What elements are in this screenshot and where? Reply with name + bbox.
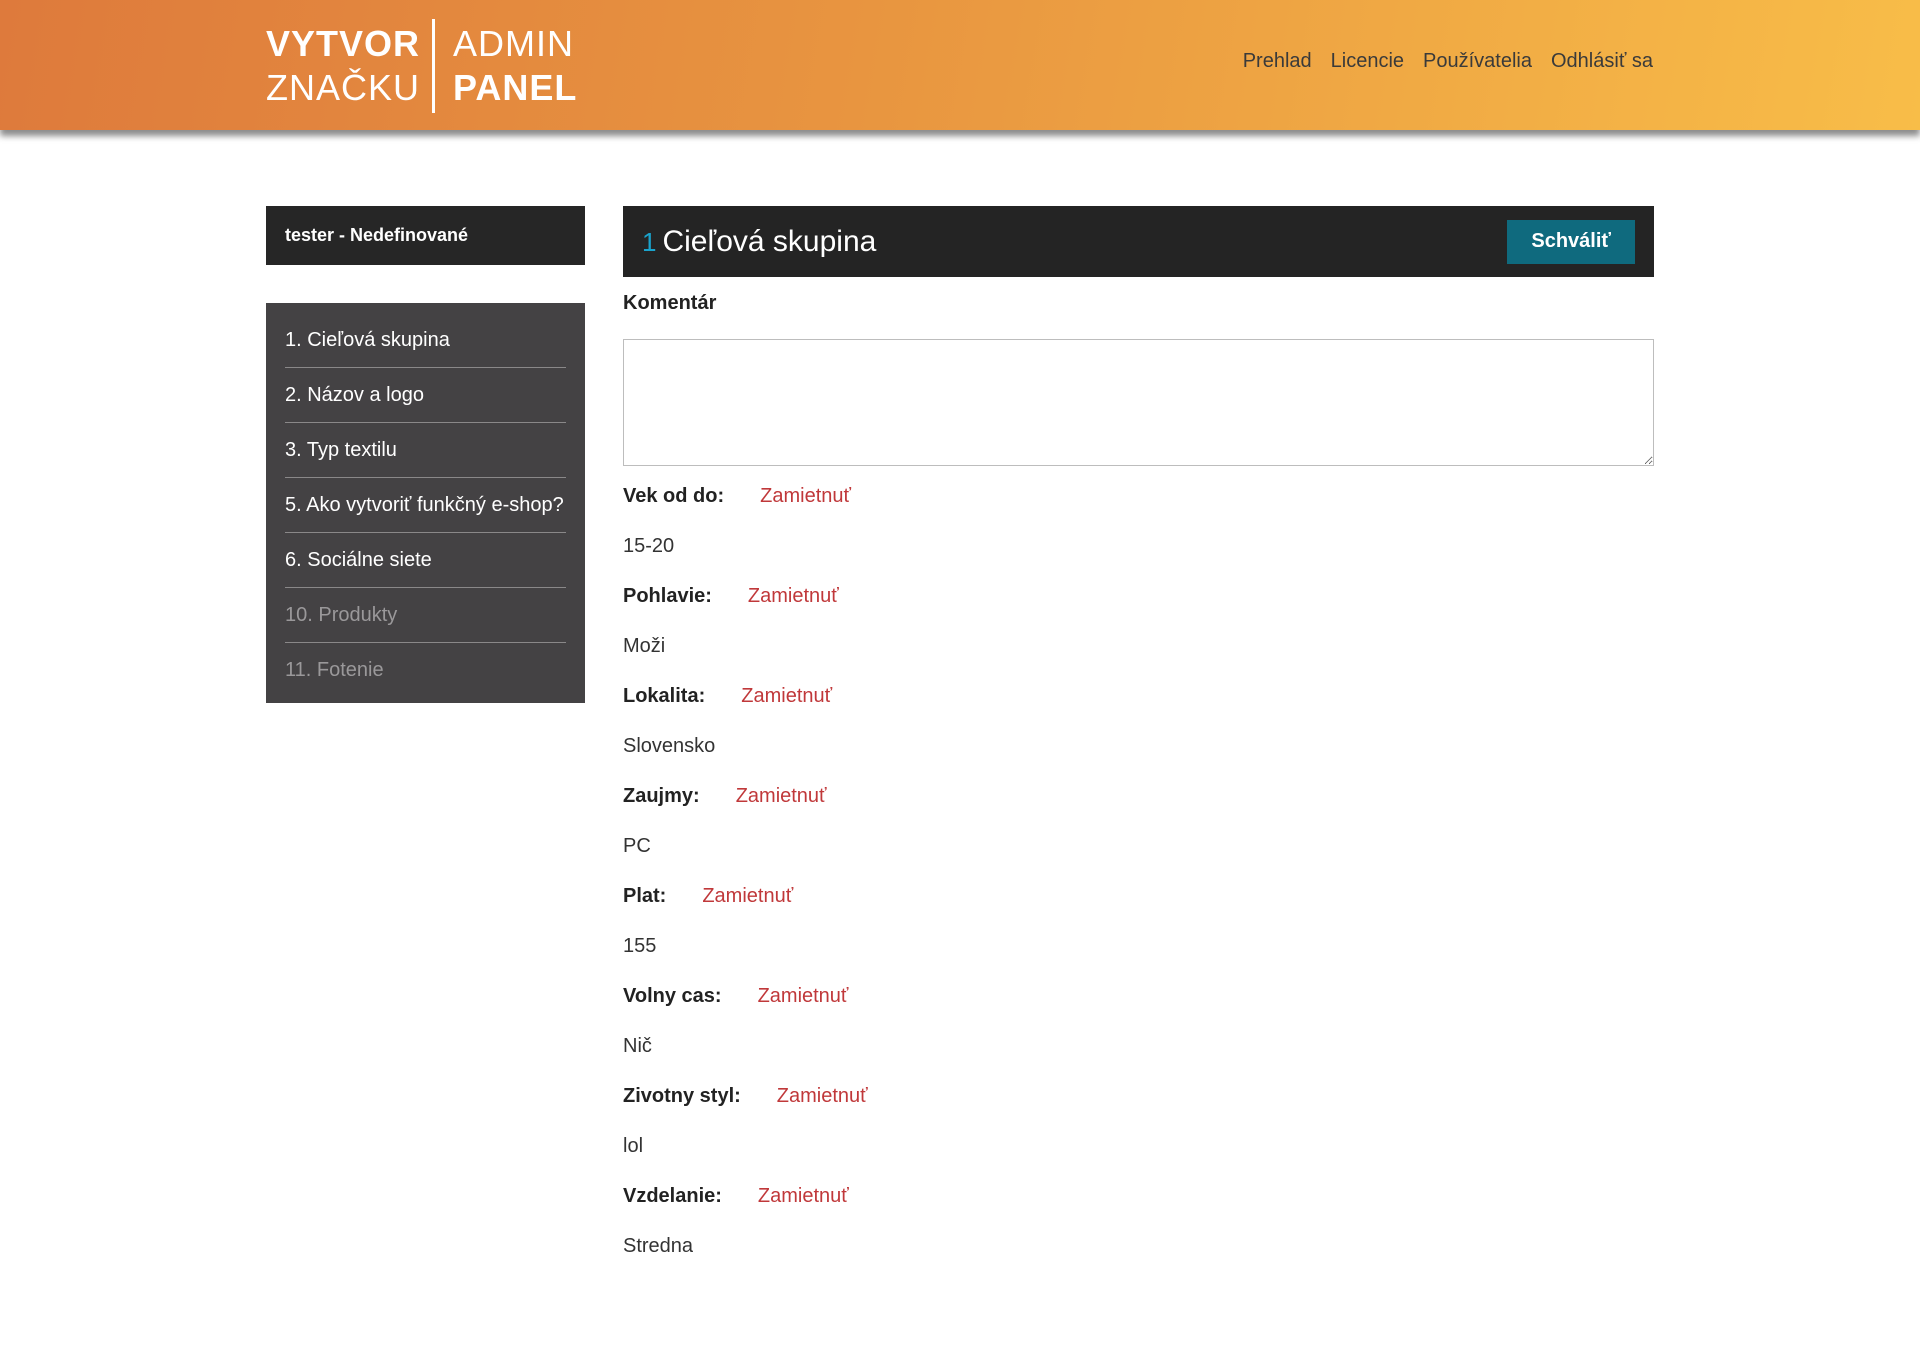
field-head: Zivotny styl: Zamietnuť bbox=[623, 1071, 1654, 1121]
field-value: Stredna bbox=[623, 1235, 694, 1257]
field-label: Zaujmy: bbox=[623, 784, 700, 807]
logo-text-panel: PANEL bbox=[453, 67, 578, 108]
top-nav: Prehlad Licencie Používatelia Odhlásiť s… bbox=[1243, 50, 1653, 73]
field-zaujmy: Zaujmy: Zamietnuť PC bbox=[623, 771, 1654, 871]
field-head: Lokalita: Zamietnuť bbox=[623, 671, 1654, 721]
logo-text-znacku: ZNAČKU bbox=[266, 67, 421, 108]
reject-link[interactable]: Zamietnuť bbox=[760, 485, 851, 508]
field-head: Volny cas: Zamietnuť bbox=[623, 971, 1654, 1021]
field-pohlavie: Pohlavie: Zamietnuť Moži bbox=[623, 571, 1654, 671]
sidebar-menu: 1. Cieľová skupina 2. Názov a logo 3. Ty… bbox=[266, 303, 585, 703]
main-content: 1 Cieľová skupina Schváliť Komentár Vek o… bbox=[623, 206, 1654, 1271]
sidebar-item-fotenie: 11. Fotenie bbox=[285, 659, 384, 681]
nav-link-odhlasit[interactable]: Odhlásiť sa bbox=[1551, 50, 1653, 73]
field-value: PC bbox=[623, 835, 651, 857]
reject-link[interactable]: Zamietnuť bbox=[741, 685, 832, 708]
field-lokalita: Lokalita: Zamietnuť Slovensko bbox=[623, 671, 1654, 771]
field-value: 155 bbox=[623, 935, 657, 957]
field-label: Vek od do: bbox=[623, 484, 725, 507]
field-vek: Vek od do: Zamietnuť 15-20 bbox=[623, 471, 1654, 571]
field-volny-cas: Volny cas: Zamietnuť Nič bbox=[623, 971, 1654, 1071]
logo-text-vytvor: VYTVOR bbox=[266, 23, 421, 64]
sidebar-item-cielova-skupina[interactable]: 1. Cieľová skupina bbox=[285, 303, 566, 368]
reject-link[interactable]: Zamietnuť bbox=[702, 885, 793, 908]
reject-link[interactable]: Zamietnuť bbox=[758, 1185, 849, 1208]
sidebar-item-nazov-a-logo[interactable]: 2. Názov a logo bbox=[285, 368, 566, 423]
sidebar-item-produkty: 10. Produkty bbox=[285, 588, 566, 643]
sidebar-item-typ-textilu[interactable]: 3. Typ textilu bbox=[285, 423, 566, 478]
sidebar-item-socialne-siete[interactable]: 6. Sociálne siete bbox=[285, 533, 566, 588]
field-value: Moži bbox=[623, 635, 666, 657]
reject-link[interactable]: Zamietnuť bbox=[777, 1085, 868, 1108]
reject-link[interactable]: Zamietnuť bbox=[748, 585, 839, 608]
sidebar-user-header: tester - Nedefinované bbox=[266, 206, 585, 265]
reject-link[interactable]: Zamietnuť bbox=[736, 785, 827, 808]
field-head: Pohlavie: Zamietnuť bbox=[623, 571, 1654, 621]
field-zivotny-styl: Zivotny styl: Zamietnuť lol bbox=[623, 1071, 1654, 1171]
reject-link[interactable]: Zamietnuť bbox=[758, 985, 849, 1008]
approve-button[interactable]: Schváliť bbox=[1507, 219, 1635, 264]
field-head: Zaujmy: Zamietnuť bbox=[623, 771, 1654, 821]
comment-textarea[interactable] bbox=[623, 339, 1654, 466]
sidebar-item-eshop[interactable]: 5. Ako vytvoriť funkčný e-shop? bbox=[285, 478, 566, 533]
field-value: Slovensko bbox=[623, 735, 716, 757]
field-value: 15-20 bbox=[623, 535, 675, 557]
field-value: lol bbox=[623, 1135, 644, 1157]
field-label: Zivotny styl: bbox=[623, 1084, 741, 1107]
section-title-text: Cieľová skupina bbox=[662, 224, 877, 258]
nav-link-prehlad[interactable]: Prehlad bbox=[1243, 50, 1312, 73]
app-header: VYTVOR ZNAČKU ADMIN PANEL Prehlad Licenc… bbox=[0, 0, 1920, 130]
section-number: 1 bbox=[642, 226, 657, 257]
comment-label: Komentár bbox=[623, 292, 717, 314]
nav-link-licencie[interactable]: Licencie bbox=[1331, 50, 1404, 73]
field-value: Nič bbox=[623, 1035, 652, 1057]
fields-list: Vek od do: Zamietnuť 15-20 Pohlavie: Zam… bbox=[623, 471, 1654, 1271]
field-label: Volny cas: bbox=[623, 984, 722, 1007]
brand-logo[interactable]: VYTVOR ZNAČKU ADMIN PANEL bbox=[266, 19, 577, 113]
logo-right: ADMIN PANEL bbox=[435, 19, 577, 113]
field-vzdelanie: Vzdelanie: Zamietnuť Stredna bbox=[623, 1171, 1654, 1271]
field-plat: Plat: Zamietnuť 155 bbox=[623, 871, 1654, 971]
logo-left: VYTVOR ZNAČKU bbox=[266, 19, 432, 113]
field-label: Plat: bbox=[623, 884, 667, 907]
field-head: Vek od do: Zamietnuť bbox=[623, 471, 1654, 521]
field-label: Pohlavie: bbox=[623, 584, 712, 607]
field-label: Vzdelanie: bbox=[623, 1184, 722, 1207]
field-head: Plat: Zamietnuť bbox=[623, 871, 1654, 921]
logo-text-admin: ADMIN bbox=[453, 23, 575, 64]
nav-link-pouzivatelia[interactable]: Používatelia bbox=[1423, 50, 1532, 73]
section-title: 1 Cieľová skupina bbox=[642, 225, 876, 259]
section-header: 1 Cieľová skupina Schváliť bbox=[623, 206, 1654, 277]
field-label: Lokalita: bbox=[623, 684, 706, 707]
field-head: Vzdelanie: Zamietnuť bbox=[623, 1171, 1654, 1221]
